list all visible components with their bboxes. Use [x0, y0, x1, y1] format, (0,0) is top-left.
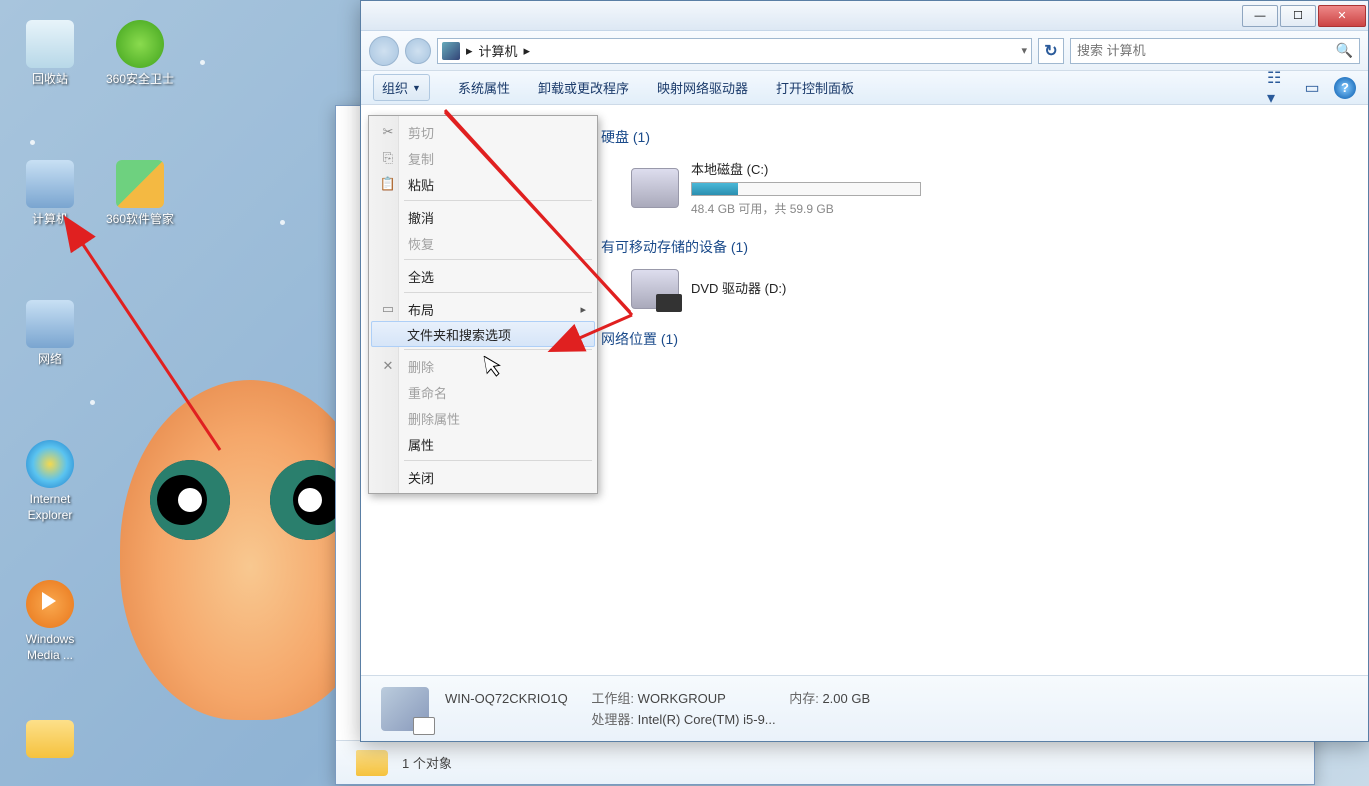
desktop-icon-wmp[interactable]: Windows Media ...: [10, 580, 90, 663]
preview-pane-button[interactable]: ▭: [1300, 78, 1324, 98]
menu-undo[interactable]: 撤消: [372, 204, 594, 230]
dvd-drive-icon: [631, 269, 679, 309]
memory-label: 内存:: [789, 691, 819, 706]
drive-name: DVD 驱动器 (D:): [691, 278, 786, 297]
scissors-icon: ✂: [380, 124, 396, 140]
search-box[interactable]: 🔍: [1070, 38, 1360, 64]
section-hard-disk[interactable]: ▸ 硬盘 (1): [601, 125, 1348, 147]
folder-icon: [26, 720, 74, 758]
desktop-icon-label: 360安全卫士: [100, 72, 180, 88]
section-network-location[interactable]: 网络位置 (1): [601, 329, 1348, 349]
desktop-icon-label: 计算机: [10, 212, 90, 228]
navigation-bar: ▸ 计算机 ▸ ▾ ↻ 🔍: [361, 31, 1368, 71]
delete-icon: ✕: [380, 358, 396, 374]
computer-icon: [442, 42, 460, 60]
desktop-icon-label: 360软件管家: [100, 212, 180, 228]
recycle-bin-icon: [26, 20, 74, 68]
computer-name: WIN-OQ72CKRIO1Q: [445, 691, 568, 706]
section-removable[interactable]: 有可移动存储的设备 (1): [601, 237, 1348, 257]
drive-dvd[interactable]: DVD 驱动器 (D:): [631, 269, 1348, 309]
drive-detail: 48.4 GB 可用，共 59.9 GB: [691, 200, 921, 217]
menu-folder-options[interactable]: 文件夹和搜索选项: [371, 321, 595, 347]
hard-disk-icon: [631, 168, 679, 208]
minimize-button[interactable]: —: [1242, 5, 1278, 27]
map-network-drive-button[interactable]: 映射网络驱动器: [657, 78, 748, 97]
menu-layout[interactable]: ▭布局: [372, 296, 594, 322]
360-software-icon: [116, 160, 164, 208]
menu-redo[interactable]: 恢复: [372, 230, 594, 256]
folder-icon: [356, 750, 388, 776]
cpu-value: Intel(R) Core(TM) i5-9...: [638, 712, 776, 727]
ie-icon: [26, 440, 74, 488]
system-properties-button[interactable]: 系统属性: [458, 78, 510, 97]
breadcrumb-sep[interactable]: ▸: [524, 43, 531, 59]
bg-window-statusbar: 1 个对象: [336, 740, 1314, 784]
desktop-icon-label: Windows Media ...: [10, 632, 90, 663]
organize-label: 组织: [382, 78, 408, 97]
refresh-button[interactable]: ↻: [1038, 38, 1064, 64]
copy-icon: ⎘: [380, 150, 396, 166]
titlebar[interactable]: — ☐ ✕: [361, 1, 1368, 31]
bg-status-text: 1 个对象: [402, 753, 452, 772]
workgroup-value: WORKGROUP: [638, 691, 726, 706]
menu-close[interactable]: 关闭: [372, 464, 594, 490]
help-button[interactable]: ?: [1334, 77, 1356, 99]
close-button[interactable]: ✕: [1318, 5, 1366, 27]
menu-remove-properties[interactable]: 删除属性: [372, 405, 594, 431]
search-icon[interactable]: 🔍: [1336, 42, 1353, 59]
drive-usage-bar: [691, 182, 921, 196]
organize-button[interactable]: 组织 ▼: [373, 74, 430, 101]
menu-rename[interactable]: 重命名: [372, 379, 594, 405]
menu-properties[interactable]: 属性: [372, 431, 594, 457]
memory-value: 2.00 GB: [822, 691, 870, 706]
desktop-icon-label: 回收站: [10, 72, 90, 88]
uninstall-programs-button[interactable]: 卸载或更改程序: [538, 78, 629, 97]
desktop-icon-360safety[interactable]: 360安全卫士: [100, 20, 180, 88]
drive-c[interactable]: 本地磁盘 (C:) 48.4 GB 可用，共 59.9 GB: [631, 159, 1348, 217]
drive-name: 本地磁盘 (C:): [691, 159, 921, 178]
workgroup-label: 工作组:: [591, 691, 634, 706]
computer-icon: [381, 687, 429, 731]
details-pane: WIN-OQ72CKRIO1Q 工作组: WORKGROUP 内存: 2.00 …: [361, 675, 1368, 741]
toolbar: 组织 ▼ 系统属性 卸载或更改程序 映射网络驱动器 打开控制面板 ☷ ▾ ▭ ?: [361, 71, 1368, 105]
menu-select-all[interactable]: 全选: [372, 263, 594, 289]
menu-paste[interactable]: 📋粘贴: [372, 171, 594, 197]
open-control-panel-button[interactable]: 打开控制面板: [776, 78, 854, 97]
breadcrumb-sep: ▸: [466, 43, 473, 59]
desktop-icon-label: 网络: [10, 352, 90, 368]
maximize-button[interactable]: ☐: [1280, 5, 1316, 27]
desktop-icon-ie[interactable]: Internet Explorer: [10, 440, 90, 523]
address-bar[interactable]: ▸ 计算机 ▸ ▾: [437, 38, 1032, 64]
desktop-icon-folder[interactable]: [10, 720, 90, 762]
wmp-icon: [26, 580, 74, 628]
search-input[interactable]: [1077, 43, 1336, 58]
desktop-icon-network[interactable]: 网络: [10, 300, 90, 368]
menu-copy[interactable]: ⎘复制: [372, 145, 594, 171]
view-options-button[interactable]: ☷ ▾: [1266, 78, 1290, 98]
clipboard-icon: 📋: [380, 176, 396, 192]
network-icon: [26, 300, 74, 348]
organize-menu: ✂剪切 ⎘复制 📋粘贴 撤消 恢复 全选 ▭布局 文件夹和搜索选项 ✕删除 重命…: [368, 115, 598, 494]
cpu-label: 处理器:: [591, 712, 634, 727]
desktop-icon-label: Internet Explorer: [10, 492, 90, 523]
back-button[interactable]: [369, 36, 399, 66]
desktop-icon-recycle-bin[interactable]: 回收站: [10, 20, 90, 88]
breadcrumb-location[interactable]: 计算机: [479, 41, 518, 60]
chevron-down-icon: ▼: [412, 83, 421, 93]
dropdown-arrow-icon[interactable]: ▾: [1021, 44, 1027, 57]
computer-icon: [26, 160, 74, 208]
forward-button[interactable]: [405, 38, 431, 64]
desktop-icon-360software[interactable]: 360软件管家: [100, 160, 180, 228]
360-safety-icon: [116, 20, 164, 68]
menu-cut[interactable]: ✂剪切: [372, 119, 594, 145]
layout-icon: ▭: [380, 301, 396, 317]
desktop-icon-computer[interactable]: 计算机: [10, 160, 90, 228]
